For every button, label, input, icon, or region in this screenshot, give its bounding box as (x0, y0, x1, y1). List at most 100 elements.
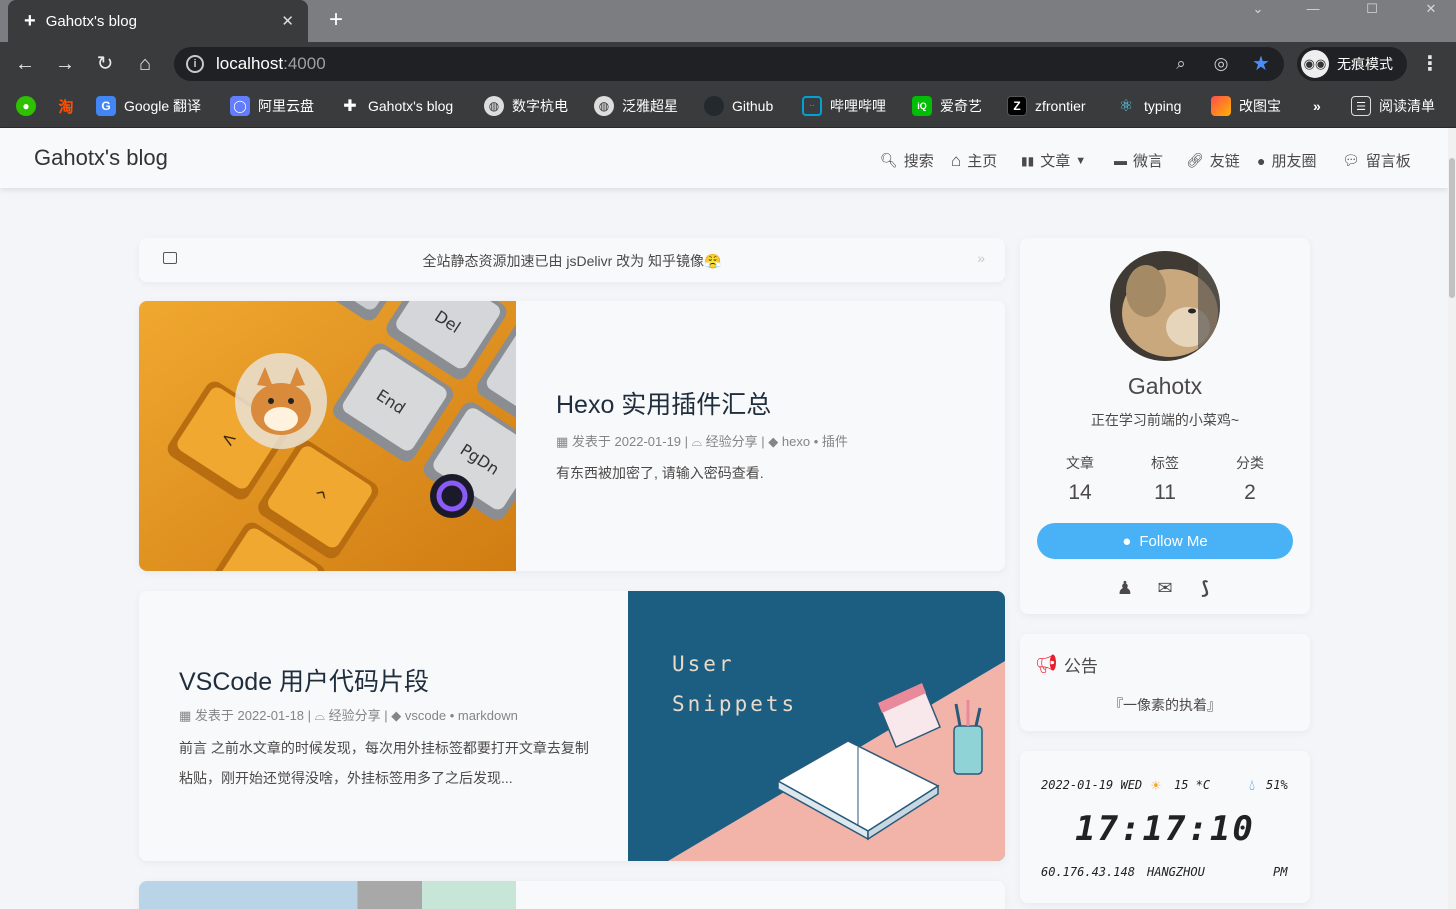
close-window-icon[interactable]: ✕ (1416, 0, 1446, 20)
site-navbar: Gahotx's blog 🔍︎ 搜索 ⌂ 主页 ▮▮ 文章 ▼ ▬ 微言 🔗︎ 友链 ●… (0, 128, 1448, 188)
zoom-icon[interactable]: ⌕ (1170, 53, 1192, 75)
clock-ip: 60.176.43.148 (1041, 865, 1135, 879)
menu-shuoshuo[interactable]: ▬ 微言 (1114, 150, 1163, 171)
bookmark-label: 哔哩哔哩 (830, 98, 886, 114)
github-icon (704, 96, 724, 116)
menu-guestbook[interactable]: 💬︎ 留言板 (1342, 150, 1411, 171)
site-brand[interactable]: Gahotx's blog (34, 145, 168, 171)
announcement-bar[interactable]: 全站静态资源加速已由 jsDelivr 改为 知乎镜像😤 » (139, 238, 1005, 282)
tab-title: Gahotx's blog (45, 12, 137, 30)
more-bookmarks-icon[interactable]: » (1313, 94, 1321, 118)
email-icon[interactable]: ✉ (1153, 576, 1177, 600)
humidity-drop-icon: 💧︎ (1249, 776, 1256, 794)
scrollbar-thumb[interactable] (1449, 158, 1455, 298)
address-bar[interactable]: i localhost:4000 ⌕ ◎ ★ (174, 47, 1284, 81)
menu-search[interactable]: 🔍︎ 搜索 (880, 150, 934, 171)
gaitubao-icon (1211, 96, 1231, 116)
post-title[interactable]: Hexo 实用插件汇总 (556, 385, 771, 421)
inbox-icon: ⌓ (691, 434, 702, 449)
tab-search-icon[interactable]: ⌄ (1244, 0, 1272, 20)
page-scrollbar[interactable] (1448, 128, 1456, 909)
bookmark-star-icon[interactable]: ★ (1250, 53, 1272, 75)
tab-close-icon[interactable]: ✕ (281, 12, 294, 30)
bookmark-hdu[interactable]: ◍ 数字杭电 (484, 94, 568, 118)
avatar-image (1110, 251, 1220, 361)
post-excerpt: 前言 之前水文章的时候发现，每次用外挂标签都要打开文章去复制粘贴，刚开始还觉得没… (179, 740, 589, 786)
bookmark-google-translate[interactable]: G Google 翻译 (96, 94, 201, 118)
stat-articles[interactable]: 文章 14 (1040, 453, 1120, 505)
announcement-text: 全站静态资源加速已由 jsDelivr 改为 知乎镜像😤 (422, 253, 722, 269)
post-tag[interactable]: markdown (458, 708, 518, 723)
bookmark-wechat[interactable]: ● (16, 94, 44, 118)
notice-card: 📢︎ 公告 『一像素的执着』 (1020, 634, 1310, 731)
forward-arrow-icon[interactable]: → (50, 50, 80, 78)
avatar[interactable] (1110, 251, 1220, 361)
bookmark-label: 阿里云盘 (258, 98, 314, 114)
post-tag[interactable]: hexo (782, 434, 810, 449)
post-card[interactable]: Del End PgDn < ^ v (139, 301, 1005, 571)
browser-toolbar: ← → ↻ ⌂ i localhost:4000 ⌕ ◎ ★ ◉◉ 无痕模式 ⋮ (0, 42, 1456, 86)
post-cover-image[interactable]: User Snippets (628, 591, 1005, 861)
minimize-icon[interactable]: — (1298, 0, 1328, 20)
qq-icon[interactable]: ♟ (1113, 576, 1137, 600)
bookmark-aliyun-drive[interactable]: ◯ 阿里云盘 (230, 94, 314, 118)
post-card[interactable]: VSCode 用户代码片段 ▦ 发表于 2022-01-18 | ⌓ 经验分享 … (139, 591, 1005, 861)
clock-date: 2022-01-19 WED (1041, 778, 1143, 792)
bookmark-github[interactable]: Github (704, 94, 773, 118)
bookmark-chaoxing[interactable]: ◍ 泛雅超星 (594, 94, 678, 118)
tracking-eye-off-icon[interactable]: ◎ (1210, 53, 1232, 75)
announcement-next-icon[interactable]: » (977, 250, 985, 266)
post-card[interactable] (139, 881, 1005, 909)
maximize-icon[interactable]: ☐ (1357, 0, 1387, 20)
post-tag[interactable]: 插件 (822, 434, 848, 449)
site-info-icon[interactable]: i (186, 55, 204, 73)
stat-label: 标签 (1151, 455, 1179, 471)
bookmark-gaitubao[interactable]: 改图宝 (1211, 94, 1281, 118)
back-arrow-icon[interactable]: ← (10, 50, 40, 78)
post-category[interactable]: 经验分享 (706, 434, 758, 449)
post-meta: ▦ 发表于 2022-01-19 | ⌓ 经验分享 | ◆ hexo • 插件 (556, 431, 848, 450)
new-tab-button[interactable]: + (322, 6, 350, 34)
cover-text-snippets: Snippets (672, 692, 797, 716)
follow-label: Follow Me (1139, 532, 1208, 550)
incognito-button[interactable]: ◉◉ 无痕模式 (1297, 47, 1407, 81)
bookmark-gahotx-blog[interactable]: ✚ Gahotx's blog (340, 94, 453, 118)
menu-home[interactable]: ⌂ 主页 (951, 150, 997, 171)
stat-tags[interactable]: 标签 11 (1125, 453, 1205, 505)
notice-text: 『一像素的执着』 (1109, 697, 1221, 713)
rss-icon[interactable]: ⟆ (1193, 576, 1217, 600)
browser-menu-icon[interactable]: ⋮ (1420, 50, 1440, 78)
user-snippets-cover-image: User Snippets (628, 591, 1005, 861)
stat-label: 文章 (1066, 455, 1094, 471)
menu-label: 文章 (1040, 153, 1071, 170)
url-text[interactable]: localhost:4000 (216, 54, 326, 74)
post-title[interactable]: VSCode 用户代码片段 (179, 662, 429, 698)
reading-list-button[interactable]: ☰ 阅读清单 (1351, 94, 1435, 118)
megaphone-icon: 📢︎ (1035, 654, 1058, 674)
stat-value: 11 (1154, 481, 1176, 504)
tag-separator: • (813, 434, 822, 449)
notice-title: 公告 (1063, 657, 1098, 676)
browser-tab[interactable]: + Gahotx's blog ✕ (8, 0, 308, 42)
post-tag[interactable]: vscode (405, 708, 446, 723)
follow-me-button[interactable]: ● Follow Me (1037, 523, 1293, 559)
stat-categories[interactable]: 分类 2 (1210, 453, 1290, 505)
post-cover-image[interactable] (139, 881, 516, 909)
menu-friends-circle[interactable]: ● 朋友圈 (1257, 150, 1316, 171)
bookmark-typing[interactable]: ⚛ typing (1116, 94, 1182, 118)
post-category[interactable]: 经验分享 (329, 708, 381, 723)
stat-value: 14 (1068, 481, 1092, 504)
menu-links[interactable]: 🔗︎ 友链 (1186, 150, 1240, 171)
bookmark-iqiyi[interactable]: iQ 爱奇艺 (912, 94, 982, 118)
bookmark-label: 泛雅超星 (622, 98, 678, 114)
post-cover-image[interactable]: Del End PgDn < ^ v (139, 301, 516, 571)
post-info: Hexo 实用插件汇总 ▦ 发表于 2022-01-19 | ⌓ 经验分享 | … (516, 301, 1005, 571)
incognito-label: 无痕模式 (1337, 56, 1393, 72)
bookmark-zfrontier[interactable]: Z zfrontier (1007, 94, 1086, 118)
bookmark-taobao[interactable]: 淘 (56, 94, 84, 118)
bookmark-bilibili[interactable]: ᐧᐧ 哔哩哔哩 (802, 94, 886, 118)
menu-articles[interactable]: ▮▮ 文章 ▼ (1021, 150, 1086, 171)
reload-icon[interactable]: ↻ (90, 50, 120, 78)
home-icon[interactable]: ⌂ (130, 50, 160, 78)
clock-temperature: 15 *C (1174, 778, 1211, 792)
